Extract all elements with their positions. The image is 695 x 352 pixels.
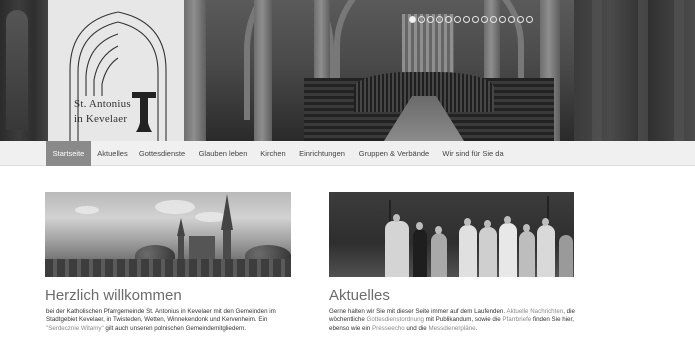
news-heading: Aktuelles — [329, 287, 390, 304]
slider-dot[interactable] — [499, 16, 506, 23]
kevelaer-town-photo[interactable] — [45, 192, 291, 277]
slider-dot[interactable] — [409, 16, 416, 23]
logo-title-line1: St. Antonius — [74, 98, 131, 110]
news-text-part6: . — [475, 324, 478, 332]
pfarrbriefe-link[interactable]: Pfarrbriefe — [502, 316, 531, 323]
welcome-text: bei der Katholischen Pfarrgemeinde St. A… — [46, 308, 296, 333]
parish-logo[interactable]: St. Antonius in Kevelaer — [48, 0, 184, 141]
welcome-heading: Herzlich willkommen — [45, 287, 182, 304]
news-text-part1: Gerne halten wir Sie mit dieser Seite im… — [329, 308, 507, 315]
slider-dot[interactable] — [454, 16, 461, 23]
news-text: Gerne halten wir Sie mit dieser Seite im… — [329, 308, 577, 333]
welcome-text-part1: bei der Katholischen Pfarrgemeinde St. A… — [46, 308, 276, 324]
banner-right-photo — [574, 0, 695, 141]
slider-dot[interactable] — [472, 16, 479, 23]
nav-item-gottesdienste[interactable]: Gottesdienste — [136, 141, 188, 166]
banner-left-photo — [0, 0, 48, 141]
slider-dot[interactable] — [436, 16, 443, 23]
nav-item-startseite[interactable]: Startseite — [46, 141, 91, 166]
slider-dot[interactable] — [418, 16, 425, 23]
serdecznie-witamy-link[interactable]: "Serdecznie Witamy" — [46, 325, 104, 332]
nav-item-gruppen-verbaende[interactable]: Gruppen & Verbände — [354, 141, 434, 166]
slider-dot[interactable] — [508, 16, 515, 23]
nav-item-aktuelles[interactable]: Aktuelles — [93, 141, 132, 166]
slider-dot[interactable] — [445, 16, 452, 23]
slider-dot[interactable] — [481, 16, 488, 23]
welcome-text-part2: gilt auch unseren polnischen Gemeindemit… — [103, 324, 247, 332]
news-text-part5: und die — [404, 324, 429, 332]
messdienerplaene-link[interactable]: Messdienerpläne — [428, 325, 475, 332]
main-navigation: Startseite Aktuelles Gottesdienste Glaub… — [0, 141, 695, 166]
slider-pagination — [409, 16, 533, 23]
nav-item-wir-sind-fuer-sie-da[interactable]: Wir sind für Sie da — [440, 141, 506, 166]
procession-photo[interactable] — [329, 192, 574, 277]
news-text-part3: mit Publikandum, sowie die — [423, 316, 503, 324]
logo-title-line2: in Kevelaer — [74, 113, 128, 125]
gottesdienstordnung-link[interactable]: Gottesdienstordnung — [367, 316, 424, 323]
presseecho-link[interactable]: Presseecho — [372, 325, 405, 332]
aktuelle-nachrichten-link[interactable]: Aktuelle Nachrichten — [506, 308, 563, 315]
nav-item-einrichtungen[interactable]: Einrichtungen — [296, 141, 348, 166]
slider-dot[interactable] — [490, 16, 497, 23]
nav-item-glauben-leben[interactable]: Glauben leben — [195, 141, 251, 166]
slider-dot[interactable] — [463, 16, 470, 23]
slider-dot[interactable] — [526, 16, 533, 23]
slider-dot[interactable] — [427, 16, 434, 23]
slider-dot[interactable] — [517, 16, 524, 23]
nav-item-kirchen[interactable]: Kirchen — [256, 141, 290, 166]
header-banner: St. Antonius in Kevelaer — [0, 0, 695, 141]
